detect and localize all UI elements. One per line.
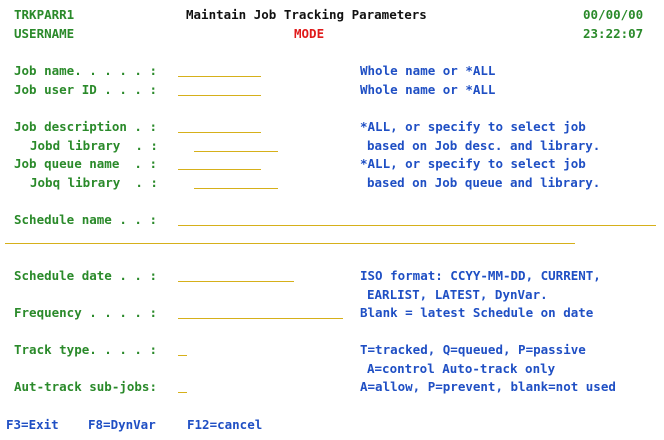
mode-indicator: MODE <box>294 26 325 41</box>
frequency-label: Frequency . . . . : <box>14 305 157 320</box>
schedule-name-label: Schedule name . . : <box>14 212 157 227</box>
frequency-hint: Blank = latest Schedule on date <box>360 305 594 320</box>
frequency-input[interactable] <box>178 318 343 319</box>
jobq-lib-input[interactable] <box>194 188 278 189</box>
schedule-name-input-continuation[interactable] <box>5 243 575 244</box>
system-date: 00/00/00 <box>583 7 644 22</box>
track-type-hint-line2: A=control Auto-track only <box>367 361 556 376</box>
track-type-input[interactable] <box>178 355 187 356</box>
schedule-date-input[interactable] <box>178 281 294 282</box>
job-desc-hint: *ALL, or specify to select job <box>360 119 586 134</box>
aut-track-hint: A=allow, P=prevent, blank=not used <box>360 379 616 394</box>
track-type-label: Track type. . . . : <box>14 342 157 357</box>
schedule-date-label: Schedule date . . : <box>14 268 157 283</box>
jobd-lib-label: Jobd library . : <box>30 138 158 153</box>
schedule-name-input[interactable] <box>178 225 656 226</box>
schedule-date-hint-line2: EARLIST, LATEST, DynVar. <box>367 287 548 302</box>
system-time: 23:22:07 <box>583 26 644 41</box>
job-name-hint: Whole name or *ALL <box>360 63 496 78</box>
job-queue-label: Job queue name . : <box>14 156 157 171</box>
jobd-lib-hint: based on Job desc. and library. <box>367 138 601 153</box>
user-name: USERNAME <box>14 26 75 41</box>
job-desc-input[interactable] <box>178 132 261 133</box>
jobq-lib-label: Jobq library . : <box>30 175 158 190</box>
job-user-input[interactable] <box>178 95 261 96</box>
job-name-label: Job name. . . . . : <box>14 63 157 78</box>
job-user-hint: Whole name or *ALL <box>360 82 496 97</box>
f8-dynvar-key[interactable]: F8=DynVar <box>88 417 156 432</box>
f12-cancel-key[interactable]: F12=cancel <box>187 417 262 432</box>
program-name: TRKPARR1 <box>14 7 75 22</box>
job-user-label: Job user ID . . . : <box>14 82 157 97</box>
screen-title: Maintain Job Tracking Parameters <box>186 7 427 22</box>
job-desc-label: Job description . : <box>14 119 157 134</box>
job-queue-hint: *ALL, or specify to select job <box>360 156 586 171</box>
aut-track-input[interactable] <box>178 392 187 393</box>
track-type-hint-line1: T=tracked, Q=queued, P=passive <box>360 342 586 357</box>
job-queue-input[interactable] <box>178 169 261 170</box>
schedule-date-hint-line1: ISO format: CCYY-MM-DD, CURRENT, <box>360 268 601 283</box>
jobq-lib-hint: based on Job queue and library. <box>367 175 601 190</box>
f3-exit-key[interactable]: F3=Exit <box>6 417 59 432</box>
job-name-input[interactable] <box>178 76 261 77</box>
jobd-lib-input[interactable] <box>194 151 278 152</box>
aut-track-label: Aut-track sub-jobs: <box>14 379 157 394</box>
